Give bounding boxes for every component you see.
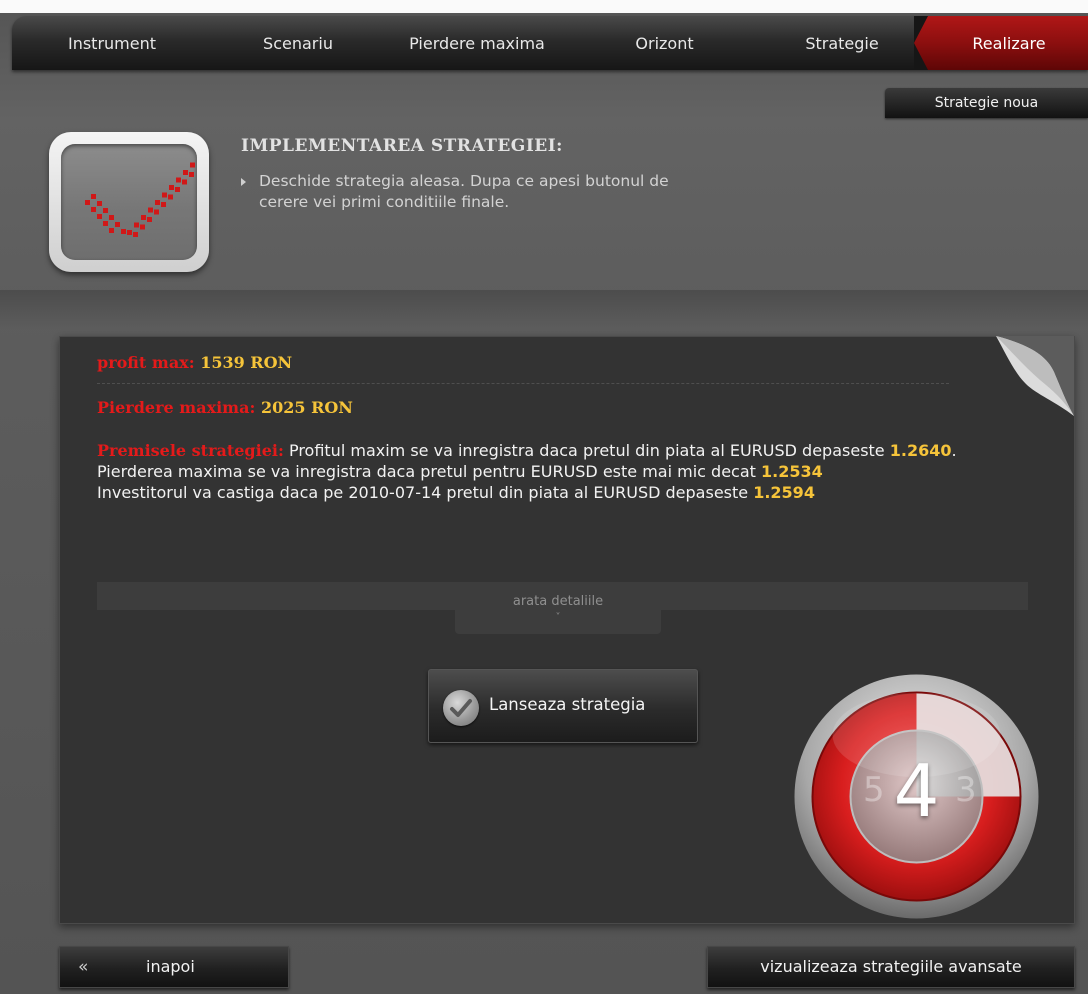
launch-strategy-label: Lanseaza strategia bbox=[489, 695, 646, 714]
strategy-wizard: Instrument Scenariu Pierdere maxima Oriz… bbox=[0, 0, 1088, 994]
step-instrument[interactable]: Instrument bbox=[12, 16, 212, 70]
profit-max-value: 1539 RON bbox=[200, 353, 293, 372]
premises-text-3: Investitorul va castiga daca pe 2010-07-… bbox=[97, 483, 754, 502]
max-profit-threshold: 1.2640 bbox=[889, 441, 952, 460]
max-loss-label: Pierdere maxima: bbox=[97, 398, 256, 417]
back-label: inapoi bbox=[146, 957, 195, 976]
show-details-toggle[interactable]: arata detaliile ˅ bbox=[455, 588, 661, 634]
previous-count: 5 bbox=[863, 770, 885, 810]
view-advanced-strategies-button[interactable]: vizualizeaza strategiile avansate bbox=[707, 946, 1075, 988]
max-loss-value: 2025 RON bbox=[260, 398, 353, 417]
breakeven-threshold: 1.2594 bbox=[753, 483, 815, 502]
max-loss-threshold: 1.2534 bbox=[761, 462, 823, 481]
max-loss-line: Pierdere maxima: 2025 RON bbox=[97, 398, 353, 417]
double-chevron-left-icon: « bbox=[78, 957, 89, 977]
back-button[interactable]: « inapoi bbox=[59, 946, 289, 988]
profit-max-label: profit max: bbox=[97, 353, 195, 372]
page-curl-icon bbox=[996, 336, 1074, 416]
premises-label: Premisele strategiei: bbox=[97, 441, 284, 460]
top-strip bbox=[0, 0, 1088, 13]
dotted-checkmark-graphic bbox=[85, 162, 195, 237]
new-strategy-button[interactable]: Strategie noua bbox=[885, 88, 1088, 118]
step-orizont[interactable]: Orizont bbox=[577, 16, 752, 70]
hint-title: IMPLEMENTAREA STRATEGIEI: bbox=[241, 136, 563, 156]
profit-max-line: profit max: 1539 RON bbox=[97, 353, 292, 372]
hint-text: Deschide strategia aleasa. Dupa ce apesi… bbox=[241, 171, 681, 213]
checkmark-icon bbox=[49, 132, 209, 272]
chevron-down-icon: ˅ bbox=[555, 612, 561, 623]
active-step-arrow bbox=[914, 16, 928, 70]
next-count: 3 bbox=[955, 770, 977, 810]
check-circle-icon bbox=[443, 690, 479, 726]
countdown-timer: 5 3 4 bbox=[793, 673, 1040, 920]
strategy-premises: Premisele strategiei: Profitul maxim se … bbox=[97, 440, 1027, 503]
section-divider bbox=[0, 290, 1088, 330]
launch-strategy-button[interactable]: Lanseaza strategia bbox=[428, 669, 698, 743]
step-scenariu[interactable]: Scenariu bbox=[208, 16, 388, 70]
show-details-label: arata detaliile bbox=[512, 594, 604, 609]
separator bbox=[97, 383, 949, 384]
step-strategie[interactable]: Strategie bbox=[757, 16, 927, 70]
step-navigation: Instrument Scenariu Pierdere maxima Oriz… bbox=[12, 16, 1088, 70]
step-realizare[interactable]: Realizare bbox=[914, 16, 1088, 70]
step-pierdere-maxima[interactable]: Pierdere maxima bbox=[367, 16, 587, 70]
hint-text-body: Deschide strategia aleasa. Dupa ce apesi… bbox=[259, 172, 669, 211]
premises-text-1: Profitul maxim se va inregistra daca pre… bbox=[283, 441, 890, 460]
